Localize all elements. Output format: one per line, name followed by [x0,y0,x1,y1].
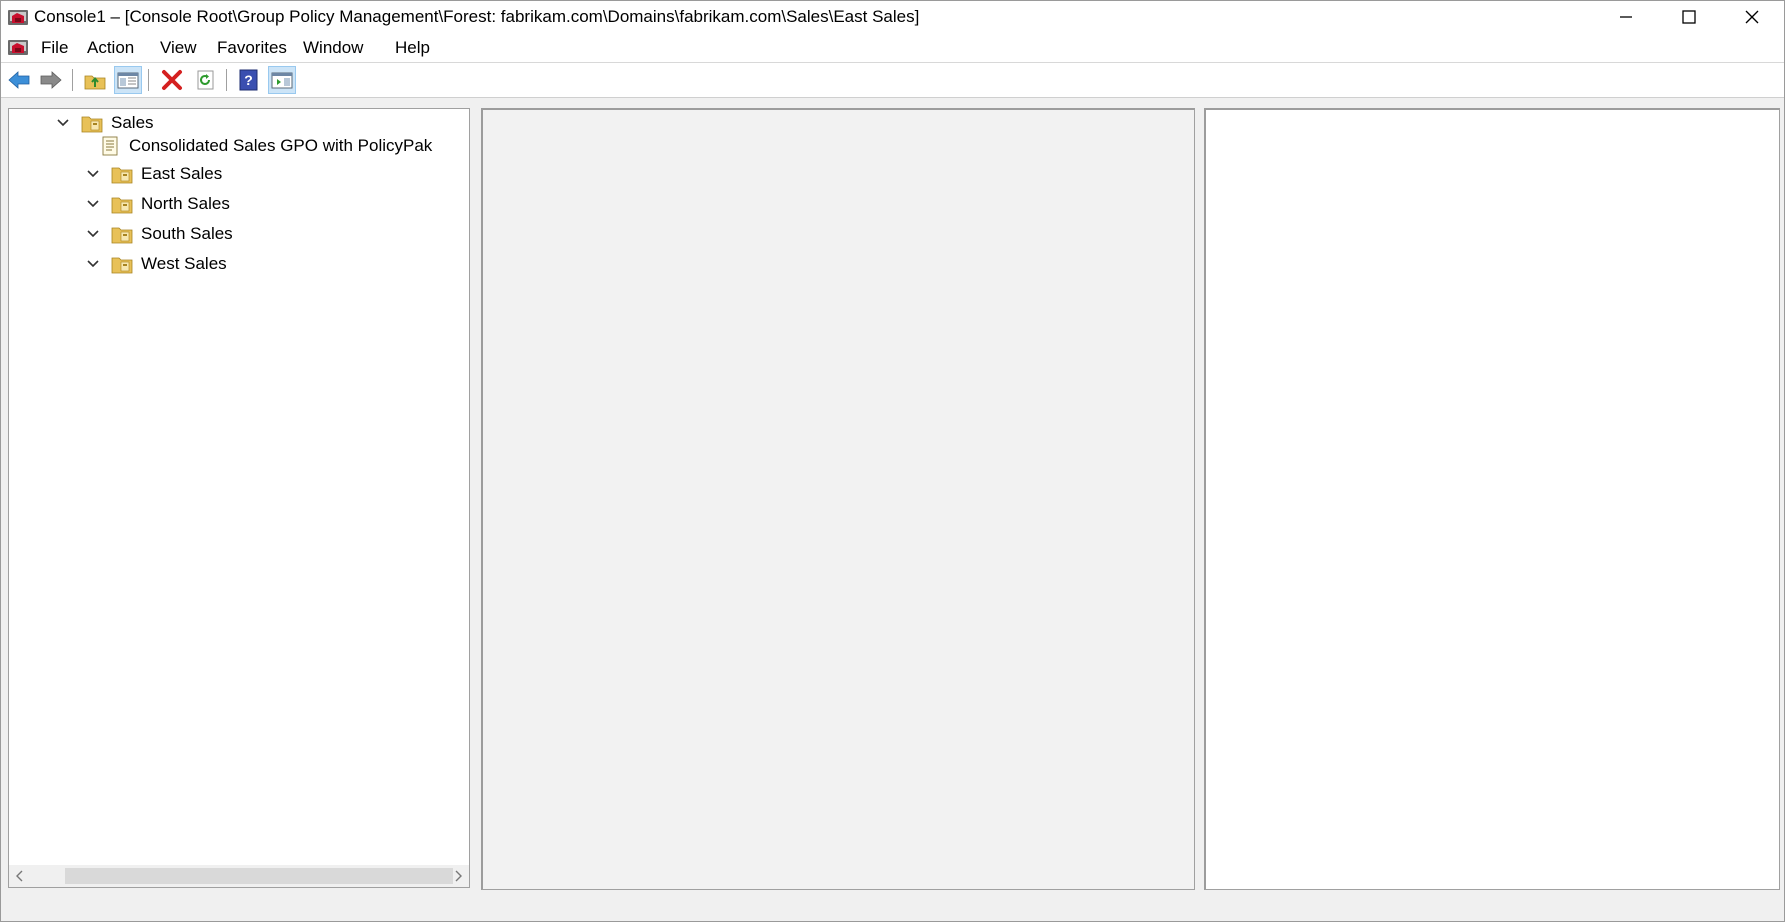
toolbar-separator [226,69,227,91]
tree-item-north-sales[interactable]: North Sales [85,191,230,217]
scroll-thumb[interactable] [65,868,453,884]
console-menu-icon[interactable] [7,36,29,58]
show-hide-tree-button[interactable] [114,66,142,94]
maximize-button[interactable] [1658,1,1720,32]
forward-icon [40,71,62,89]
close-button[interactable] [1721,1,1783,32]
gpo-link-icon [102,136,118,156]
show-hide-tree-icon [117,72,139,89]
up-folder-button[interactable] [81,66,109,94]
menu-window[interactable]: Window [303,38,363,58]
expand-chevron-icon[interactable] [85,226,101,242]
ou-folder-icon [111,167,133,184]
refresh-button[interactable] [192,66,220,94]
tree-item-label: South Sales [141,224,233,243]
mmc-window: Console1 – [Console Root\Group Policy Ma… [0,0,1785,922]
tree-item-label: Consolidated Sales GPO with PolicyPak [129,136,433,155]
forward-button[interactable] [37,66,65,94]
back-button[interactable] [5,66,33,94]
up-folder-icon [84,75,106,90]
menu-favorites[interactable]: Favorites [217,38,287,58]
tree-item-label: West Sales [141,254,227,273]
title-bar: Console1 – [Console Root\Group Policy Ma… [1,1,1784,32]
close-icon [1745,10,1759,23]
refresh-icon [197,70,214,90]
tree-item-east-sales[interactable]: East Sales [85,161,222,187]
minimize-icon [1620,15,1632,18]
toolbar-separator [148,69,149,91]
tree-horizontal-scrollbar[interactable] [9,865,469,887]
chevron-right-icon [455,870,462,882]
maximize-icon [1682,9,1696,24]
ou-folder-icon [111,227,133,244]
menu-action[interactable]: Action [87,38,134,58]
expand-chevron-icon[interactable] [85,196,101,212]
results-pane[interactable] [481,108,1195,890]
tree-item-gpo-link[interactable]: Consolidated Sales GPO with PolicyPak [99,133,432,159]
back-icon [8,71,30,89]
ou-folder-icon [111,197,133,214]
show-hide-action-pane-button[interactable] [268,66,296,94]
console-tree-pane[interactable]: Sales Consolidated Sales GPO with Policy… [8,108,470,888]
help-icon: ? [239,69,258,91]
scroll-right-button[interactable] [447,865,469,887]
ou-folder-icon [111,257,133,274]
window-title: Console1 – [Console Root\Group Policy Ma… [34,7,920,26]
minimize-button[interactable] [1595,1,1657,32]
tree-item-label: Sales [111,113,154,132]
show-hide-action-pane-icon [271,72,293,89]
expand-chevron-icon[interactable] [55,115,71,131]
tree-item-label: North Sales [141,194,230,213]
ou-folder-icon [81,116,103,133]
action-pane[interactable] [1204,108,1780,890]
tree-item-south-sales[interactable]: South Sales [85,221,233,247]
delete-button[interactable] [158,66,186,94]
tree-item-west-sales[interactable]: West Sales [85,251,227,277]
menu-help[interactable]: Help [395,38,430,58]
scroll-left-button[interactable] [9,865,31,887]
menu-file[interactable]: File [41,38,68,58]
chevron-left-icon [16,870,23,882]
toolbar-separator [72,69,73,91]
mmc-app-icon [8,10,28,25]
menu-bar: File Action View Favorites Window Help [1,32,1784,62]
menu-view[interactable]: View [160,38,197,58]
expand-chevron-icon[interactable] [85,166,101,182]
tree-item-label: East Sales [141,164,223,183]
delete-icon [162,70,182,90]
svg-text:?: ? [244,72,253,88]
help-button[interactable]: ? [235,66,263,94]
toolbar: ? [1,63,1784,98]
expand-chevron-icon[interactable] [85,256,101,272]
